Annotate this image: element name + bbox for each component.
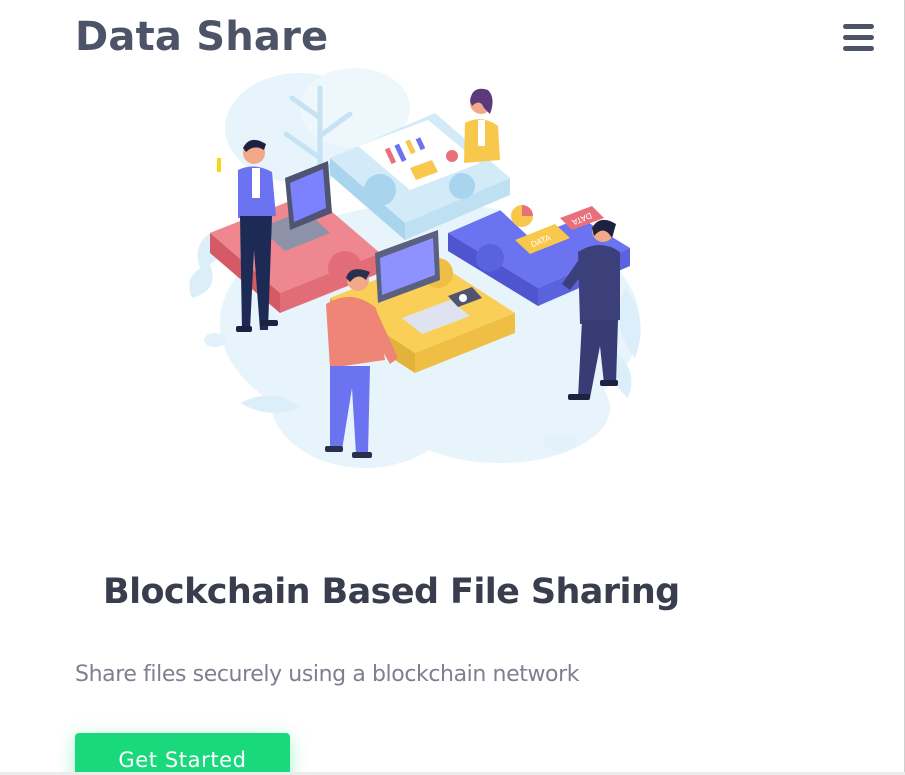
puzzle-collaboration-illustration: DATA DATA <box>189 68 641 468</box>
get-started-button[interactable]: Get Started <box>75 733 290 775</box>
menu-bar-middle <box>843 35 874 40</box>
menu-bar-bottom <box>843 46 874 51</box>
pie-chart-icon <box>511 205 533 227</box>
confetti-mark <box>217 158 221 172</box>
hero-subtitle: Share files securely using a blockchain … <box>75 662 580 687</box>
person-figure-top <box>464 88 500 163</box>
hamburger-menu-icon[interactable] <box>843 24 874 52</box>
hero-title: Blockchain Based File Sharing <box>103 572 680 612</box>
menu-bar-top <box>843 24 874 29</box>
brand-logo-text[interactable]: Data Share <box>75 12 328 62</box>
